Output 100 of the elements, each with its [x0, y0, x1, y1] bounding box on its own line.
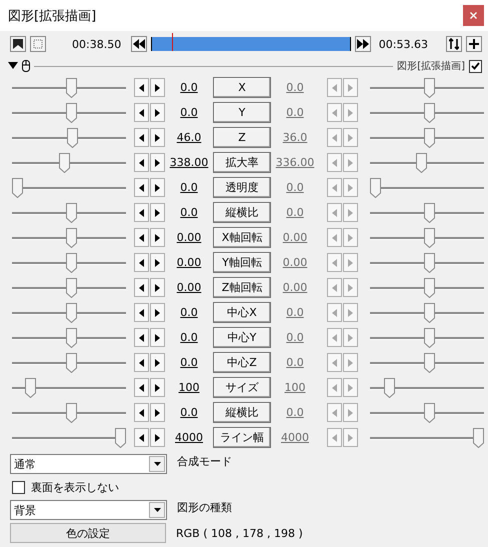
slider[interactable]: [370, 402, 484, 422]
increment-button[interactable]: [150, 378, 165, 397]
shape-type-dropdown[interactable]: 背景: [10, 500, 167, 520]
parameter-button[interactable]: Z軸回転: [213, 277, 271, 298]
fast-forward-button[interactable]: [354, 36, 371, 52]
slider[interactable]: [12, 328, 126, 348]
decrement-button[interactable]: [134, 203, 149, 222]
slider[interactable]: [370, 328, 484, 348]
swap-button[interactable]: [446, 36, 462, 52]
start-value[interactable]: 0.0: [165, 181, 213, 194]
increment-button[interactable]: [150, 253, 165, 272]
checkbox[interactable]: [12, 480, 25, 494]
increment-button[interactable]: [150, 353, 165, 372]
slider[interactable]: [12, 252, 126, 272]
decrement-button[interactable]: [134, 78, 149, 97]
slider-thumb[interactable]: [12, 178, 23, 198]
increment-button[interactable]: [150, 278, 165, 297]
down-triangle-icon[interactable]: [8, 62, 18, 70]
slider[interactable]: [12, 178, 126, 198]
start-value[interactable]: 0.0: [165, 81, 213, 94]
add-button[interactable]: [466, 36, 482, 52]
start-value[interactable]: 338.00: [165, 156, 213, 169]
parameter-button[interactable]: 拡大率: [213, 152, 271, 173]
slider[interactable]: [12, 128, 126, 148]
decrement-button[interactable]: [134, 353, 149, 372]
start-value[interactable]: 0.00: [165, 256, 213, 269]
slider[interactable]: [370, 102, 484, 122]
color-settings-button[interactable]: 色の設定: [10, 523, 166, 543]
slider[interactable]: [12, 152, 126, 172]
slider-thumb[interactable]: [66, 352, 77, 372]
start-value[interactable]: 0.00: [165, 281, 213, 294]
parameter-button[interactable]: サイズ: [213, 377, 271, 398]
parameter-button[interactable]: Y軸回転: [213, 252, 271, 273]
parameter-button[interactable]: Y: [213, 102, 271, 123]
start-value[interactable]: 0.0: [165, 306, 213, 319]
slider-thumb[interactable]: [66, 202, 77, 222]
slider[interactable]: [12, 428, 126, 448]
decrement-button[interactable]: [134, 403, 149, 422]
slider[interactable]: [370, 352, 484, 372]
slider[interactable]: [12, 228, 126, 248]
parameter-button[interactable]: 縦横比: [213, 402, 271, 423]
increment-button[interactable]: [150, 428, 165, 447]
slider[interactable]: [370, 428, 484, 448]
blend-mode-dropdown[interactable]: 通常: [10, 454, 167, 474]
enable-checkbox[interactable]: [469, 60, 482, 72]
slider-thumb[interactable]: [66, 402, 77, 422]
slider[interactable]: [370, 228, 484, 248]
slider[interactable]: [370, 78, 484, 98]
rewind-button[interactable]: [131, 36, 148, 52]
slider-thumb[interactable]: [66, 228, 77, 248]
slider[interactable]: [370, 178, 484, 198]
slider[interactable]: [370, 152, 484, 172]
slider[interactable]: [370, 128, 484, 148]
increment-button[interactable]: [150, 328, 165, 347]
decrement-button[interactable]: [134, 228, 149, 247]
decrement-button[interactable]: [134, 253, 149, 272]
slider-thumb[interactable]: [66, 302, 77, 322]
parameter-button[interactable]: 透明度: [213, 177, 271, 198]
slider-thumb[interactable]: [59, 152, 70, 172]
slider[interactable]: [12, 202, 126, 222]
increment-button[interactable]: [150, 178, 165, 197]
start-value[interactable]: 0.0: [165, 106, 213, 119]
decrement-button[interactable]: [134, 303, 149, 322]
slider[interactable]: [12, 352, 126, 372]
start-value[interactable]: 0.00: [165, 231, 213, 244]
decrement-button[interactable]: [134, 128, 149, 147]
start-value[interactable]: 0.0: [165, 206, 213, 219]
slider[interactable]: [12, 278, 126, 298]
slider-thumb[interactable]: [25, 378, 36, 398]
decrement-button[interactable]: [134, 153, 149, 172]
start-value[interactable]: 0.0: [165, 406, 213, 419]
slider[interactable]: [370, 378, 484, 398]
slider[interactable]: [370, 278, 484, 298]
increment-button[interactable]: [150, 103, 165, 122]
close-button[interactable]: [463, 5, 484, 26]
slider[interactable]: [12, 402, 126, 422]
start-value[interactable]: 4000: [165, 431, 213, 444]
parameter-button[interactable]: X軸回転: [213, 227, 271, 248]
start-value[interactable]: 100: [165, 381, 213, 394]
increment-button[interactable]: [150, 203, 165, 222]
decrement-button[interactable]: [134, 378, 149, 397]
start-value[interactable]: 0.0: [165, 356, 213, 369]
parameter-button[interactable]: 中心Z: [213, 352, 271, 373]
decrement-button[interactable]: [134, 178, 149, 197]
decrement-button[interactable]: [134, 103, 149, 122]
slider-thumb[interactable]: [66, 328, 77, 348]
slider[interactable]: [12, 102, 126, 122]
increment-button[interactable]: [150, 153, 165, 172]
parameter-button[interactable]: X: [213, 77, 271, 98]
parameter-button[interactable]: 縦横比: [213, 202, 271, 223]
slider[interactable]: [12, 78, 126, 98]
start-value[interactable]: 0.0: [165, 331, 213, 344]
slider[interactable]: [12, 302, 126, 322]
slider[interactable]: [370, 202, 484, 222]
increment-button[interactable]: [150, 303, 165, 322]
slider[interactable]: [12, 378, 126, 398]
decrement-button[interactable]: [134, 428, 149, 447]
frame-button[interactable]: [30, 36, 46, 52]
slider[interactable]: [370, 302, 484, 322]
increment-button[interactable]: [150, 228, 165, 247]
